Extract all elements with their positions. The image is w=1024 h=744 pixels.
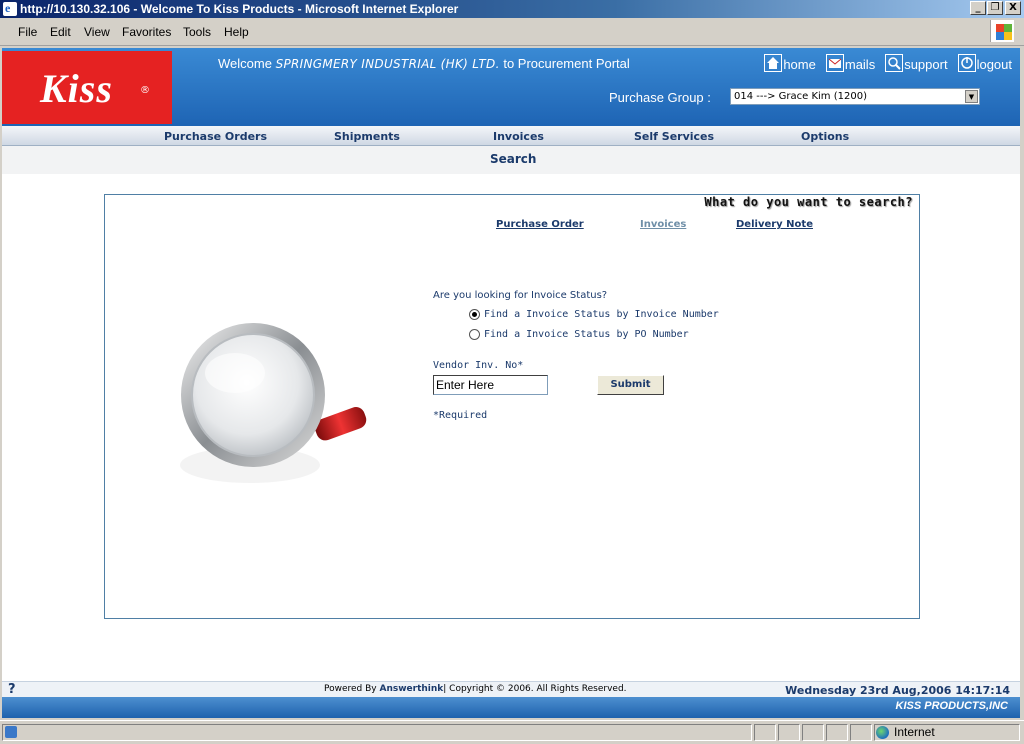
logout-icon [957,54,976,72]
footer-brand: KISS PRODUCTS,INC [895,700,1008,712]
nav-shipments[interactable]: Shipments [334,130,400,143]
submit-button[interactable]: Submit [597,375,664,395]
logout-link[interactable]: logout [957,54,1012,72]
purchase-group-select[interactable]: 014 ---> Grace Kim (1200) ▼ [730,88,980,105]
support-link[interactable]: support [885,54,948,72]
chevron-down-icon[interactable]: ▼ [965,90,978,103]
page-title: Search [490,152,537,166]
home-icon [764,54,783,72]
required-note: *Required [433,410,488,421]
page-footer: ? Powered By Answerthink| Copyright © 20… [2,681,1022,697]
web-page: Kiss ® Welcome SPRINGMERY INDUSTRIAL (HK… [2,48,1022,718]
status-segment [802,724,824,741]
home-link[interactable]: home [764,54,816,72]
menu-help[interactable]: Help [224,25,249,39]
close-button[interactable]: X [1005,1,1021,15]
page-edge [1020,48,1024,718]
status-segment [826,724,848,741]
vendor-inv-input[interactable]: Enter Here [433,375,548,395]
kiss-logo: Kiss ® [2,51,172,124]
security-zone: Internet [876,725,935,739]
magnifier-icon [180,323,367,483]
search-panel: What do you want to search? Purchase Ord… [104,194,920,619]
radio-invoice-number[interactable] [469,309,480,320]
ie-icon: e [3,1,17,16]
form-question: Are you looking for Invoice Status? [433,290,608,301]
option-by-po-number[interactable]: Find a Invoice Status by PO Number [469,329,689,340]
menu-favorites[interactable]: Favorites [122,25,171,39]
nav-invoices[interactable]: Invoices [493,130,544,143]
radio-po-number[interactable] [469,329,480,340]
title-bar: e http://10.130.32.106 - Welcome To Kiss… [0,0,1024,18]
search-question: What do you want to search? [704,195,913,209]
window-title: http://10.130.32.106 - Welcome To Kiss P… [20,2,459,16]
page-icon [5,726,17,738]
mail-icon [825,54,844,72]
menu-view[interactable]: View [84,25,110,39]
nav-options[interactable]: Options [801,130,849,143]
vendor-inv-label: Vendor Inv. No* [433,360,524,371]
support-icon [885,54,904,72]
nav-purchase-orders[interactable]: Purchase Orders [164,130,267,143]
status-segment [778,724,800,741]
mails-link[interactable]: mails [825,54,875,72]
top-links: home mails support logout [764,54,1012,72]
nav-self-services[interactable]: Self Services [634,130,714,143]
tab-purchase-order[interactable]: Purchase Order [496,219,584,230]
option-by-invoice-number[interactable]: Find a Invoice Status by Invoice Number [469,309,719,320]
welcome-text: Welcome SPRINGMERY INDUSTRIAL (HK) LTD. … [218,56,630,71]
section-bar: Search [2,146,1022,174]
company-name: SPRINGMERY INDUSTRIAL (HK) LTD. [275,57,500,71]
minimize-button[interactable]: _ [970,1,986,15]
status-message [2,724,752,741]
tab-invoices[interactable]: Invoices [640,219,686,230]
menu-tools[interactable]: Tools [183,25,211,39]
browser-window: e http://10.130.32.106 - Welcome To Kiss… [0,0,1024,744]
answerthink-link[interactable]: Answerthink [380,684,444,694]
maximize-button[interactable]: ❐ [987,1,1003,15]
menu-file[interactable]: File [18,25,37,39]
tab-delivery-note[interactable]: Delivery Note [736,219,813,230]
globe-icon [876,725,889,739]
portal-header: Kiss ® Welcome SPRINGMERY INDUSTRIAL (HK… [2,48,1022,126]
status-segment [850,724,872,741]
powered-by: Powered By Answerthink| Copyright © 2006… [324,684,627,694]
footer-brand-bar: KISS PRODUCTS,INC [2,697,1022,718]
menu-edit[interactable]: Edit [50,25,71,39]
purchase-group-label: Purchase Group : [609,90,711,105]
current-datetime: Wednesday 23rd Aug,2006 14:17:14 [785,684,1010,697]
status-segment [754,724,776,741]
windows-logo-icon [990,20,1014,42]
main-nav: Purchase Orders Shipments Invoices Self … [2,126,1022,146]
status-bar: Internet [0,720,1024,744]
help-icon[interactable]: ? [8,682,16,697]
menu-bar: File Edit View Favorites Tools Help [0,18,1024,46]
